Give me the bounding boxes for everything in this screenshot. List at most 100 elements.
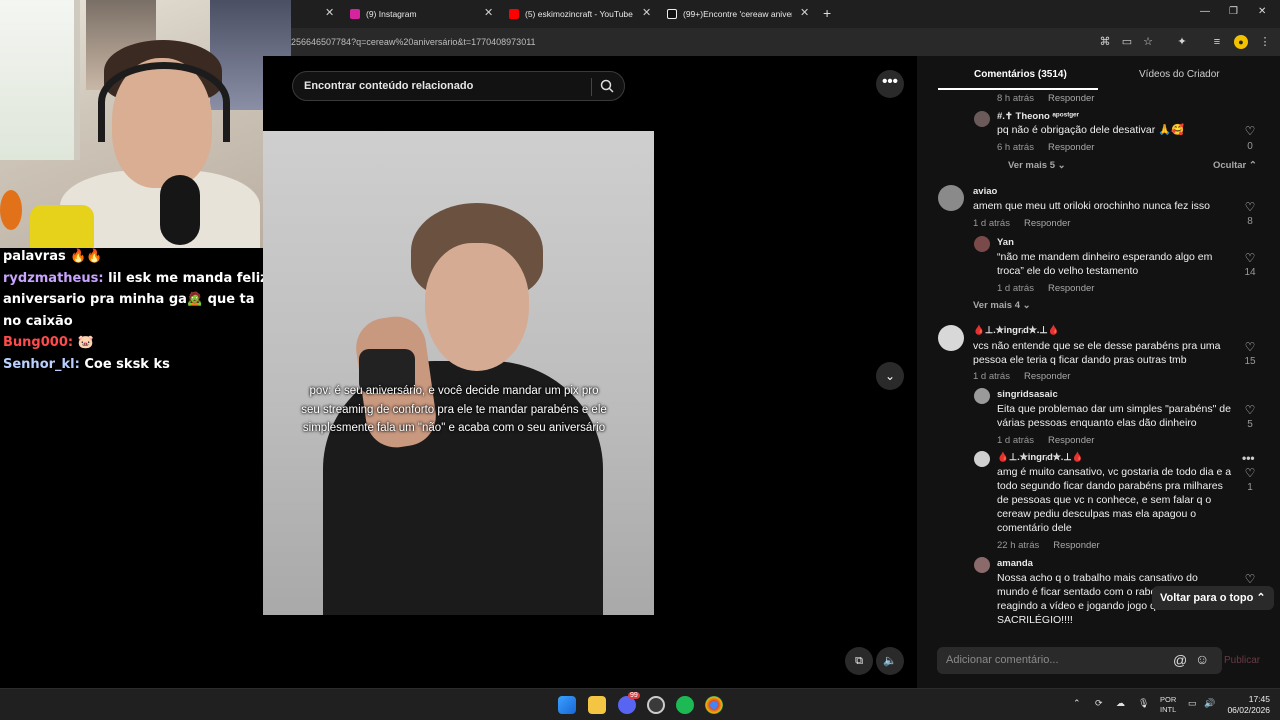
- back-to-top-button[interactable]: Voltar para o topo ⌃: [1152, 586, 1274, 610]
- reply-link[interactable]: Responder: [1024, 371, 1070, 382]
- like-heart-icon[interactable]: ♡: [1243, 200, 1257, 214]
- more-options-button[interactable]: •••: [876, 70, 904, 98]
- profile-avatar-icon[interactable]: ●: [1234, 35, 1248, 49]
- like-count: 5: [1247, 419, 1253, 430]
- active-tab-indicator: [938, 88, 1098, 90]
- screen: { "browser": { "tabs": [ {"label": "(9) …: [0, 0, 1280, 720]
- emoji-icon[interactable]: ☺: [1195, 651, 1209, 667]
- windows-taskbar: 99 ⌃ ⟳ ☁ 🎙 POR INTL ▭ 🔊 17:45 06/02/2026: [0, 688, 1280, 720]
- avatar[interactable]: [974, 111, 990, 127]
- comment-author[interactable]: Yan: [997, 237, 1014, 248]
- tab-instagram[interactable]: (9) Instagram: [350, 4, 480, 24]
- reply-link[interactable]: Responder: [1048, 283, 1094, 294]
- avatar[interactable]: [974, 557, 990, 573]
- comment-author[interactable]: aviao: [973, 186, 997, 197]
- system-clock[interactable]: 17:45 06/02/2026: [1226, 694, 1270, 716]
- video-caption: pov: é seu aniversário, e você decide ma…: [301, 385, 607, 434]
- tab-close-icon[interactable]: ✕: [800, 6, 809, 19]
- spotify-icon[interactable]: [676, 696, 694, 714]
- address-bar: 256646507784?q=cereaw%20aniversário&t=17…: [291, 28, 1280, 56]
- comment-meta: 6 h atrás Responder: [997, 142, 1095, 153]
- new-tab-icon[interactable]: +: [823, 5, 831, 21]
- like-count: 1: [1247, 482, 1253, 493]
- tray-network-icon[interactable]: ☁: [1116, 698, 1125, 709]
- comment-text: Eita que problemao dar um simples "parab…: [997, 403, 1231, 429]
- comment-author[interactable]: amanda: [997, 558, 1033, 569]
- like-heart-icon[interactable]: ♡: [1243, 251, 1257, 265]
- like-heart-icon[interactable]: ♡: [1243, 124, 1257, 138]
- file-explorer-icon[interactable]: [588, 696, 606, 714]
- chat-line: rydzmatheus: lil esk me manda feliz aniv…: [3, 268, 271, 333]
- comment-meta: 1 d atrás Responder: [997, 283, 1095, 294]
- avatar[interactable]: [974, 451, 990, 467]
- divider: [591, 78, 592, 96]
- mention-icon[interactable]: @: [1173, 652, 1187, 668]
- chrome-icon[interactable]: [705, 696, 723, 714]
- reply-link[interactable]: Responder: [1048, 93, 1094, 104]
- avatar[interactable]: [974, 236, 990, 252]
- comment-author[interactable]: singridsasaic: [997, 389, 1058, 400]
- close-window-icon[interactable]: ✕: [1258, 6, 1266, 17]
- search-input[interactable]: Encontrar conteúdo relacionado: [304, 80, 473, 92]
- reply-link[interactable]: Responder: [1048, 435, 1094, 446]
- volume-button[interactable]: 🔈: [876, 647, 904, 675]
- related-search-box[interactable]: Encontrar conteúdo relacionado: [292, 71, 625, 101]
- avatar[interactable]: [974, 388, 990, 404]
- pip-button[interactable]: ⧉: [845, 647, 873, 675]
- comment-author[interactable]: 🩸⊥.✮ingrᵢd✮.⊥🩸: [973, 325, 1060, 336]
- like-heart-icon[interactable]: ♡: [1243, 466, 1257, 480]
- tab-creator-videos[interactable]: Vídeos do Criador: [1139, 69, 1220, 80]
- like-count: 15: [1244, 356, 1256, 367]
- tab-close-icon[interactable]: ✕: [484, 6, 493, 19]
- tab-close-icon[interactable]: ✕: [325, 6, 334, 19]
- notification-badge: 99: [628, 692, 640, 699]
- tiktok-icon: [667, 9, 677, 19]
- chat-username: Senhor_kl:: [3, 356, 80, 372]
- restore-icon[interactable]: ❐: [1229, 6, 1238, 17]
- comment-options-icon[interactable]: •••: [1242, 451, 1255, 465]
- cast-icon[interactable]: ▭: [1120, 35, 1134, 49]
- tab-close-icon[interactable]: ✕: [642, 6, 651, 19]
- bookmark-star-icon[interactable]: ☆: [1141, 35, 1155, 49]
- media-control-icon[interactable]: ≡: [1210, 35, 1224, 49]
- comment-author[interactable]: 🩸⊥.✮ingrᵢd✮.⊥🩸: [997, 452, 1084, 463]
- tab-comments[interactable]: Comentários (3514): [974, 69, 1067, 80]
- start-menu-icon[interactable]: [558, 696, 576, 714]
- video-person-face: [425, 243, 529, 371]
- app-icon[interactable]: [647, 696, 665, 714]
- reply-link[interactable]: Responder: [1024, 218, 1070, 229]
- video-frame[interactable]: [263, 131, 654, 615]
- translate-icon[interactable]: ⌘: [1098, 35, 1112, 49]
- next-video-button[interactable]: ⌄: [876, 362, 904, 390]
- view-more-replies[interactable]: Ver mais 4 ⌄: [973, 300, 1031, 311]
- menu-kebab-icon[interactable]: ⋮: [1258, 35, 1272, 49]
- tab-tiktok[interactable]: (99+)Encontre 'cereaw aniversá: [667, 4, 792, 24]
- comment-input-placeholder[interactable]: Adicionar comentário...: [946, 654, 1059, 666]
- avatar[interactable]: [938, 325, 964, 351]
- like-heart-icon[interactable]: ♡: [1243, 572, 1257, 586]
- tray-volume-icon[interactable]: 🔊: [1204, 698, 1215, 709]
- url-field[interactable]: 256646507784?q=cereaw%20aniversário&t=17…: [291, 37, 536, 47]
- minimize-icon[interactable]: —: [1200, 6, 1210, 17]
- comment-author[interactable]: #.✝ Theᴏno ᵃᵖᵒˢᵗᵍᵉʳ: [997, 111, 1079, 122]
- tab-label: (9) Instagram: [366, 9, 417, 19]
- chat-line: Bung000: 🐷: [3, 332, 271, 354]
- hide-replies[interactable]: Ocultar ⌃: [1213, 160, 1257, 171]
- publish-button[interactable]: Publicar: [1224, 655, 1260, 666]
- extensions-icon[interactable]: ✦: [1175, 35, 1189, 49]
- avatar[interactable]: [938, 185, 964, 211]
- tray-chevron-icon[interactable]: ⌃: [1073, 698, 1081, 709]
- tab-label: (5) eskimozincraft - YouTube: [525, 9, 633, 19]
- like-heart-icon[interactable]: ♡: [1243, 340, 1257, 354]
- reply-link[interactable]: Responder: [1048, 142, 1094, 153]
- tray-display-icon[interactable]: ▭: [1188, 698, 1197, 709]
- search-icon[interactable]: [599, 78, 615, 94]
- view-more-replies[interactable]: Ver mais 5 ⌄: [1008, 160, 1066, 171]
- tray-sync-icon[interactable]: ⟳: [1095, 698, 1103, 709]
- reply-link[interactable]: Responder: [1053, 540, 1099, 551]
- comment-input[interactable]: Adicionar comentário... @ ☺: [937, 647, 1222, 674]
- like-heart-icon[interactable]: ♡: [1243, 403, 1257, 417]
- tray-mic-icon[interactable]: 🎙: [1138, 698, 1149, 709]
- language-indicator[interactable]: POR INTL: [1160, 695, 1176, 715]
- tab-youtube[interactable]: (5) eskimozincraft - YouTube: [509, 4, 639, 24]
